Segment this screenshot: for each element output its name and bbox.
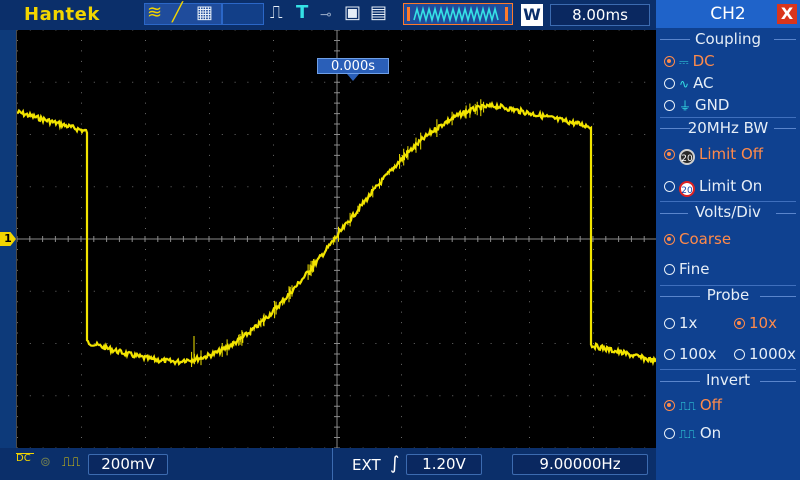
bottom-status-bar: DC ⊚ ⎍⎍ 200mV EXT ∫ 1.20V 9.00000Hz	[0, 448, 656, 480]
window-button[interactable]: W	[521, 4, 543, 26]
brand-logo: Hantek	[24, 4, 100, 25]
memory-depth-indicator[interactable]	[403, 3, 513, 25]
invert-title: Invert	[705, 371, 751, 389]
probe-option-1x[interactable]: 1x	[664, 314, 697, 332]
divider	[660, 117, 796, 118]
rising-edge-icon: ∫	[390, 453, 400, 474]
coupling-option-gnd[interactable]: ⏚ GND	[664, 96, 729, 114]
bandwidth-icon: ⊚	[40, 455, 51, 470]
slope-icon[interactable]: ╱	[172, 2, 183, 24]
ground-icon: ⏚	[679, 99, 692, 113]
oscilloscope-display[interactable]: 0.000s	[16, 30, 657, 448]
print-icon[interactable]: ▤	[370, 2, 387, 24]
trigger-level-readout[interactable]: 1.20V	[406, 454, 482, 475]
radio-icon	[664, 349, 675, 360]
radio-icon	[664, 400, 675, 411]
volts-option-coarse[interactable]: Coarse	[664, 230, 731, 248]
channel-menu: CH2 X Coupling ⎓ DC ∿ AC ⏚ GND 20MHz BW 20 L…	[656, 0, 800, 480]
invert-off-icon: ⎍⎍	[679, 399, 696, 413]
bw-off-icon: 20	[679, 149, 695, 165]
probe-option-10x[interactable]: 10x	[734, 314, 777, 332]
radio-icon	[664, 78, 675, 89]
waveform-icon[interactable]: ≋	[147, 2, 162, 24]
divider	[660, 369, 796, 370]
coupling-option-ac[interactable]: ∿ AC	[664, 74, 714, 92]
trigger-t-icon[interactable]: T	[296, 2, 308, 24]
invert-option-off[interactable]: ⎍⎍ Off	[664, 396, 722, 414]
radio-icon	[664, 149, 675, 160]
blank-status-box	[222, 3, 264, 25]
volts-div-readout[interactable]: 200mV	[88, 454, 168, 475]
radio-icon	[664, 56, 675, 67]
radio-icon	[734, 318, 745, 329]
volts-div-title: Volts/Div	[695, 203, 761, 221]
invert-icon: ⎍⎍	[62, 455, 81, 470]
bw-option-limit-on[interactable]: 20 Limit On	[664, 177, 762, 197]
radio-icon	[664, 428, 675, 439]
radio-icon	[664, 100, 675, 111]
trigger-position-label[interactable]: 0.000s	[317, 58, 389, 74]
trigger-source-label: EXT	[352, 456, 381, 474]
radio-icon	[664, 264, 675, 275]
probe-option-100x[interactable]: 100x	[664, 345, 717, 363]
dc-coupling-icon: DC	[16, 453, 34, 464]
channel-trace	[17, 99, 657, 367]
link-icon[interactable]: ⊸	[320, 4, 332, 26]
coupling-option-dc[interactable]: ⎓ DC	[664, 52, 715, 70]
close-button[interactable]: X	[777, 4, 797, 24]
radio-icon	[664, 318, 675, 329]
probe-title: Probe	[706, 286, 750, 304]
persistence-icon[interactable]: ▦	[196, 2, 213, 24]
top-status-bar: Hantek ≋ ╱ ▦ ⎍ T ⊸ ▣ ▤ W 8.00ms	[0, 0, 656, 30]
dc-icon: ⎓	[679, 55, 689, 69]
probe-option-1000x[interactable]: 1000x	[734, 345, 796, 363]
trigger-position-arrow	[347, 74, 359, 81]
bandwidth-title: 20MHz BW	[687, 119, 769, 137]
invert-option-on[interactable]: ⎍⎍ On	[664, 424, 721, 442]
radio-icon	[734, 349, 745, 360]
channel-offset-marker[interactable]: 1	[0, 232, 16, 246]
ac-icon: ∿	[679, 77, 690, 91]
radio-icon	[664, 234, 675, 245]
volts-option-fine[interactable]: Fine	[664, 260, 709, 278]
bw-on-icon: 20	[679, 181, 695, 197]
bw-option-limit-off[interactable]: 20 Limit Off	[664, 145, 763, 165]
coupling-title: Coupling	[694, 30, 762, 48]
divider	[660, 201, 796, 202]
invert-on-icon: ⎍⎍	[679, 427, 696, 441]
frequency-readout: 9.00000Hz	[512, 454, 648, 475]
pulse-trigger-icon[interactable]: ⎍	[270, 2, 283, 24]
save-icon[interactable]: ▣	[344, 2, 361, 24]
timebase-readout[interactable]: 8.00ms	[550, 4, 650, 26]
ch1-waveform	[17, 100, 657, 367]
divider	[332, 448, 333, 480]
radio-icon	[664, 181, 675, 192]
